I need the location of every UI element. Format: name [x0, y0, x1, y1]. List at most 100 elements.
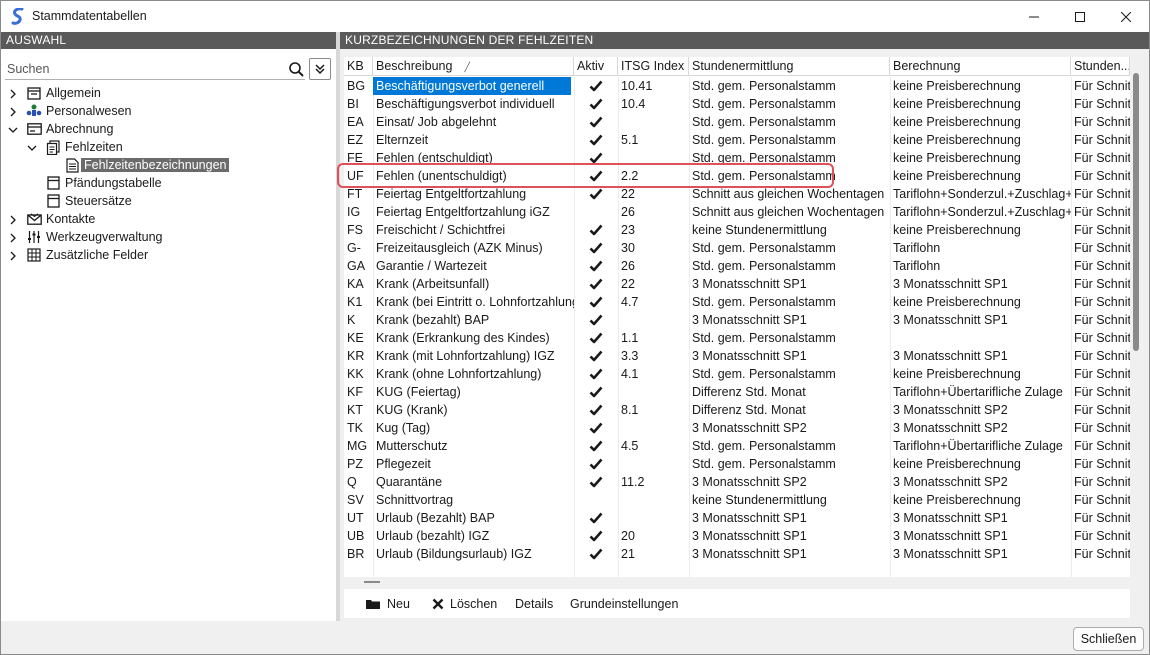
tree-item-steuersätze[interactable]: Steuersätze	[27, 192, 132, 210]
column-header-kb[interactable]: KB	[344, 57, 373, 76]
minimize-button[interactable]	[1011, 1, 1057, 32]
cell-stunden2: Für Schnitt	[1074, 547, 1130, 561]
cell-stunden2: Für Schnitt	[1074, 277, 1130, 291]
cell-berechnung: Tariflohn+Sonderzul.+Zuschlag+Ü	[893, 205, 1071, 219]
tree-item-kontakte[interactable]: Kontakte	[8, 210, 95, 228]
sliders-icon	[26, 229, 42, 245]
cell-itsg: 4.7	[621, 295, 639, 309]
cell-itsg: 3.3	[621, 349, 639, 363]
cell-stunden2: Für Schnitt	[1074, 295, 1130, 309]
cell-stunden2: Für Schnitt	[1074, 205, 1130, 219]
chevron-down-icon[interactable]	[8, 124, 18, 134]
vertical-scrollbar[interactable]	[1133, 73, 1139, 351]
chevron-right-icon[interactable]	[8, 250, 18, 261]
chevron-right-icon[interactable]	[8, 214, 18, 225]
table-row[interactable]: FT Feiertag Entgeltfortzahlung 22 Schnitt a…	[344, 185, 1130, 203]
column-header-stunden[interactable]: Stundenermittlung	[689, 57, 890, 76]
cell-stunden: Std. gem. Personalstamm	[692, 295, 836, 309]
horizontal-scrollbar-track	[344, 577, 1130, 587]
table-row[interactable]: BG Beschäftigungsverbot generell 10.41 Std.…	[344, 77, 1130, 95]
table-row[interactable]: UF Fehlen (unentschuldigt) 2.2 Std. gem. Pe…	[344, 167, 1130, 185]
cell-berechnung: Tariflohn+Übertarifliche Zulage	[893, 439, 1063, 453]
tree-item-pfändungstabelle[interactable]: Pfändungstabelle	[27, 174, 162, 192]
search-icon[interactable]	[288, 61, 305, 78]
document-icon	[64, 157, 80, 173]
cell-berechnung: 3 Monatsschnitt SP1	[893, 529, 1008, 543]
tree-item-zusätzliche-felder[interactable]: Zusätzliche Felder	[8, 246, 148, 264]
column-header-label: Stundenermittlung	[692, 59, 794, 73]
table-row[interactable]: KT KUG (Krank) 8.1 Differenz Std. Monat 3 Mo…	[344, 401, 1130, 419]
tree-item-fehlzeitenbezeichnungen[interactable]: Fehlzeitenbezeichnungen	[46, 156, 230, 174]
close-icon	[1121, 11, 1131, 22]
cell-beschreibung: Schnittvortrag	[376, 493, 454, 507]
table-row[interactable]: UB Urlaub (bezahlt) IGZ 20 3 Monatsschnitt …	[344, 527, 1130, 545]
table-row[interactable]: K1 Krank (bei Eintritt o. Lohnfortzahlung…	[344, 293, 1130, 311]
cell-beschreibung: Garantie / Wartezeit	[376, 259, 487, 273]
table-row[interactable]: KR Krank (mit Lohnfortzahlung) IGZ 3.3 3 Mo…	[344, 347, 1130, 365]
table-row[interactable]: SV Schnittvortrag keine Stundenermittlung k…	[344, 491, 1130, 509]
cell-stunden: 3 Monatsschnitt SP1	[692, 547, 807, 561]
chevron-right-icon[interactable]	[8, 106, 18, 117]
column-header-stunden2[interactable]: Stunden...	[1071, 57, 1130, 76]
table-row[interactable]: PZ Pflegezeit Std. gem. Personalstamm keine…	[344, 455, 1130, 473]
cell-kb: UT	[347, 511, 364, 525]
tree-item-fehlzeiten[interactable]: Fehlzeiten	[27, 138, 123, 156]
settings-button[interactable]: Grundeinstellungen	[570, 595, 678, 613]
column-header-beschreibung[interactable]: Beschreibung ╱	[373, 57, 574, 76]
table-row[interactable]: UT Urlaub (Bezahlt) BAP 3 Monatsschnitt SP…	[344, 509, 1130, 527]
horizontal-scrollbar[interactable]	[364, 581, 380, 583]
table-row[interactable]: IG Feiertag Entgeltfortzahlung iGZ 26 Schni…	[344, 203, 1130, 221]
tree-item-werkzeugverwaltung[interactable]: Werkzeugverwaltung	[8, 228, 163, 246]
expand-all-button[interactable]	[309, 58, 331, 80]
table-row[interactable]: KF KUG (Feiertag) Differenz Std. Monat Tari…	[344, 383, 1130, 401]
cell-aktiv	[574, 491, 618, 509]
column-header-itsg[interactable]: ITSG Index	[618, 57, 689, 76]
new-button[interactable]: Neu	[366, 595, 410, 613]
content-panel: KB Beschreibung ╱ Aktiv ITSG Index Stundenerm…	[340, 49, 1149, 621]
cell-stunden: Std. gem. Personalstamm	[692, 259, 836, 273]
footer-bar: Schließen	[1, 621, 1149, 654]
window-title: Stammdatentabellen	[32, 9, 147, 23]
cell-stunden2: Für Schnitt	[1074, 511, 1130, 525]
table-row[interactable]: BI Beschäftigungsverbot individuell 10.4 St…	[344, 95, 1130, 113]
checkmark-icon	[589, 403, 603, 419]
maximize-button[interactable]	[1057, 1, 1103, 32]
grid-header: KB Beschreibung ╱ Aktiv ITSG Index Stundenerm…	[344, 57, 1130, 76]
checkmark-icon	[589, 511, 603, 527]
table-row[interactable]: K Krank (bezahlt) BAP 3 Monatsschnitt SP1 3…	[344, 311, 1130, 329]
column-header-aktiv[interactable]: Aktiv	[574, 57, 618, 76]
table-row[interactable]: EA Einsat/ Job abgelehnt Std. gem. Persona…	[344, 113, 1130, 131]
table-row[interactable]: FS Freischicht / Schichtfrei 23 keine Stund…	[344, 221, 1130, 239]
table-row[interactable]: TK Kug (Tag) 3 Monatsschnitt SP2 3 Monatssc…	[344, 419, 1130, 437]
window-close-button[interactable]	[1103, 1, 1149, 32]
cell-stunden: Differenz Std. Monat	[692, 385, 806, 399]
table-row[interactable]: G- Freizeitausgleich (AZK Minus) 30 Std. ge…	[344, 239, 1130, 257]
minimize-icon	[1029, 16, 1039, 17]
chevron-down-icon[interactable]	[27, 142, 37, 152]
table-row[interactable]: GA Garantie / Wartezeit 26 Std. gem. Person…	[344, 257, 1130, 275]
table-row[interactable]: FE Fehlen (entschuldigt) Std. gem. Persona…	[344, 149, 1130, 167]
tree-item-allgemein[interactable]: Allgemein	[8, 84, 101, 102]
delete-button[interactable]: Löschen	[432, 595, 497, 613]
tree-item-label: Zusätzliche Felder	[46, 248, 149, 262]
table-row[interactable]: BR Urlaub (Bildungsurlaub) IGZ 21 3 Monatss…	[344, 545, 1130, 563]
table-row[interactable]: Q Quarantäne 11.2 3 Monatsschnitt SP2 3 Mona…	[344, 473, 1130, 491]
table-icon	[45, 175, 61, 191]
column-header-berechnung[interactable]: Berechnung	[890, 57, 1071, 76]
search-input[interactable]	[5, 59, 280, 78]
cell-stunden2: Für Schnitt	[1074, 169, 1130, 183]
tree-item-personalwesen[interactable]: Personalwesen	[8, 102, 131, 120]
chevron-right-icon[interactable]	[8, 232, 18, 243]
table-row[interactable]: KK Krank (ohne Lohnfortzahlung) 4.1 Std. ge…	[344, 365, 1130, 383]
table-row[interactable]: EZ Elternzeit 5.1 Std. gem. Personalstamm ke…	[344, 131, 1130, 149]
cell-aktiv	[574, 473, 618, 491]
close-button[interactable]: Schließen	[1073, 627, 1144, 651]
chevron-right-icon[interactable]	[8, 88, 18, 99]
table-row[interactable]: KA Krank (Arbeitsunfall) 22 3 Monatsschnitt…	[344, 275, 1130, 293]
details-button[interactable]: Details	[515, 595, 553, 613]
table-row[interactable]: MG Mutterschutz 4.5 Std. gem. Personalstamm…	[344, 437, 1130, 455]
table-row[interactable]: KE Krank (Erkrankung des Kindes) 1.1 Std. g…	[344, 329, 1130, 347]
cell-stunden2: Für Schnitt	[1074, 79, 1130, 93]
tree-item-abrechnung[interactable]: Abrechnung	[8, 120, 113, 138]
cell-itsg	[618, 113, 689, 131]
